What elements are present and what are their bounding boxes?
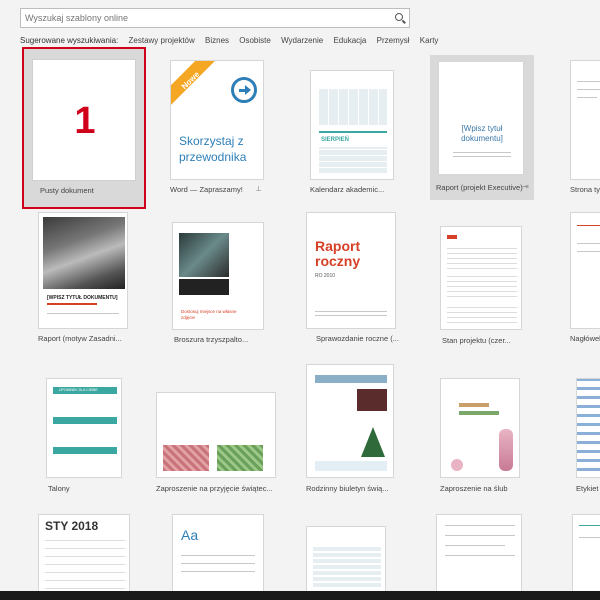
template-coupons[interactable]: UPOMINEK DLA CIEBIE Talony bbox=[46, 378, 146, 498]
template-thumbnail bbox=[306, 364, 394, 478]
template-label: Sprawozdanie roczne (... bbox=[316, 334, 399, 343]
template-label: Nagłówek bbox=[570, 334, 600, 343]
template-thumbnail bbox=[572, 514, 600, 594]
brochure-note: Dostosuj miejsce na własne zdjęcie bbox=[181, 309, 237, 320]
filter-link-event[interactable]: Wydarzenie bbox=[281, 36, 323, 45]
template-labels[interactable]: Etykiet bbox=[576, 378, 600, 498]
calendar-month: SIERPIEŃ bbox=[321, 137, 350, 143]
template-academic-calendar[interactable]: SIERPIEŃ Kalendarz akademic... bbox=[310, 70, 400, 200]
template-holiday-newsletter[interactable]: Rodzinny biuletyn świą... bbox=[306, 364, 406, 498]
template-label: Raport (projekt Executive) bbox=[436, 183, 523, 192]
taskbar bbox=[0, 591, 600, 600]
template-label: Strona tytu bbox=[570, 185, 600, 194]
template-label: Etykiet bbox=[576, 484, 599, 493]
template-wedding-invitation[interactable]: Zaproszenie na ślub bbox=[440, 378, 540, 498]
search-input[interactable] bbox=[25, 11, 385, 25]
arrow-circle-icon bbox=[231, 77, 257, 103]
template-memo[interactable] bbox=[572, 514, 600, 594]
template-label: Stan projektu (czer... bbox=[442, 336, 511, 345]
template-document[interactable] bbox=[436, 514, 532, 594]
template-thumbnail: UPOMINEK DLA CIEBIE bbox=[46, 378, 122, 478]
brochure-photo bbox=[179, 233, 229, 277]
template-label: Rodzinny biuletyn świą... bbox=[306, 484, 389, 493]
suggested-label: Sugerowane wyszukiwania: bbox=[20, 36, 119, 45]
template-word-welcome[interactable]: Nowe Skorzystaj z przewodnika Word — Zap… bbox=[170, 60, 270, 200]
pin-icon[interactable]: ⇥ bbox=[522, 182, 529, 191]
template-project-status[interactable]: Stan projektu (czer... bbox=[440, 226, 540, 346]
template-thumbnail bbox=[156, 392, 276, 478]
pin-icon[interactable]: ⟂ bbox=[256, 184, 261, 194]
filter-link-cards[interactable]: Karty bbox=[420, 36, 439, 45]
template-label: Word — Zapraszamy! bbox=[170, 185, 243, 194]
template-label: Zaproszenie na ślub bbox=[440, 484, 508, 493]
report-year: RO 2010 bbox=[315, 273, 336, 279]
template-label: Broszura trzyszpalto... bbox=[174, 335, 249, 344]
search-box[interactable] bbox=[20, 8, 410, 28]
template-thumbnail bbox=[436, 514, 522, 594]
template-annual-report[interactable]: Raport roczny RO 2010 Sprawozdanie roczn… bbox=[306, 212, 406, 347]
template-report-executive[interactable]: [Wpisz tytuł dokumentu] Raport (projekt … bbox=[430, 55, 534, 200]
calendar-title: STY 2018 bbox=[45, 519, 99, 533]
template-thumbnail bbox=[576, 378, 600, 478]
filter-link-personal[interactable]: Osobiste bbox=[239, 36, 271, 45]
template-header[interactable]: Nagłówek bbox=[570, 212, 600, 347]
template-thumbnail bbox=[570, 212, 600, 329]
filter-link-design-sets[interactable]: Zestawy projektów bbox=[129, 36, 195, 45]
template-label: Talony bbox=[48, 484, 70, 493]
template-thumbnail bbox=[570, 60, 600, 180]
template-thumbnail: [WPISZ TYTUŁ DOKUMENTU] bbox=[38, 212, 128, 329]
template-thumbnail bbox=[440, 378, 520, 478]
template-report-basic-theme[interactable]: [WPISZ TYTUŁ DOKUMENTU] Raport (motyw Za… bbox=[38, 212, 138, 347]
search-icon[interactable] bbox=[395, 13, 403, 21]
template-label: Pusty dokument bbox=[40, 186, 94, 195]
template-planner[interactable] bbox=[306, 526, 402, 596]
filter-link-industry[interactable]: Przemysł bbox=[377, 36, 410, 45]
template-thumbnail: Dostosuj miejsce na własne zdjęcie bbox=[172, 222, 264, 330]
template-calendar-2018[interactable]: STY 2018 bbox=[38, 514, 134, 594]
template-thumbnail: Raport roczny RO 2010 bbox=[306, 212, 396, 329]
sample-text: Aa bbox=[181, 527, 199, 543]
filter-link-education[interactable]: Edukacja bbox=[333, 36, 366, 45]
desert-photo bbox=[43, 217, 125, 289]
template-thumbnail: SIERPIEŃ bbox=[310, 70, 394, 180]
template-label: Raport (motyw Zasadni... bbox=[38, 334, 122, 343]
report-title: [Wpisz tytuł dokumentu] bbox=[461, 124, 503, 143]
template-thumbnail: 1 bbox=[32, 59, 136, 181]
template-title-page[interactable]: Strona tytu bbox=[570, 60, 600, 200]
report-title: [WPISZ TYTUŁ DOKUMENTU] bbox=[47, 295, 118, 301]
template-typography[interactable]: Aa bbox=[172, 514, 268, 594]
report-title: Raport roczny bbox=[315, 238, 361, 269]
template-label: Zaproszenie na przyjęcie świątec... bbox=[156, 484, 273, 493]
filter-link-business[interactable]: Biznes bbox=[205, 36, 229, 45]
welcome-title: Skorzystaj z przewodnika bbox=[179, 134, 247, 164]
template-blank-document[interactable]: 1 Pusty dokument bbox=[22, 47, 146, 209]
template-thumbnail: Nowe Skorzystaj z przewodnika bbox=[170, 60, 264, 180]
selection-number: 1 bbox=[74, 100, 96, 142]
template-trifold-brochure[interactable]: Dostosuj miejsce na własne zdjęcie Brosz… bbox=[172, 222, 272, 347]
tree-icon bbox=[361, 427, 385, 457]
new-ribbon: Nowe bbox=[171, 61, 218, 108]
template-thumbnail: [Wpisz tytuł dokumentu] bbox=[438, 61, 524, 175]
template-thumbnail bbox=[440, 226, 522, 330]
template-holiday-invitation[interactable]: Zaproszenie na przyjęcie świątec... bbox=[156, 392, 286, 498]
template-thumbnail: Aa bbox=[172, 514, 264, 594]
template-thumbnail: STY 2018 bbox=[38, 514, 130, 594]
template-label: Kalendarz akademic... bbox=[310, 185, 385, 194]
coupon-label: UPOMINEK DLA CIEBIE bbox=[59, 388, 98, 392]
template-thumbnail bbox=[306, 526, 386, 596]
